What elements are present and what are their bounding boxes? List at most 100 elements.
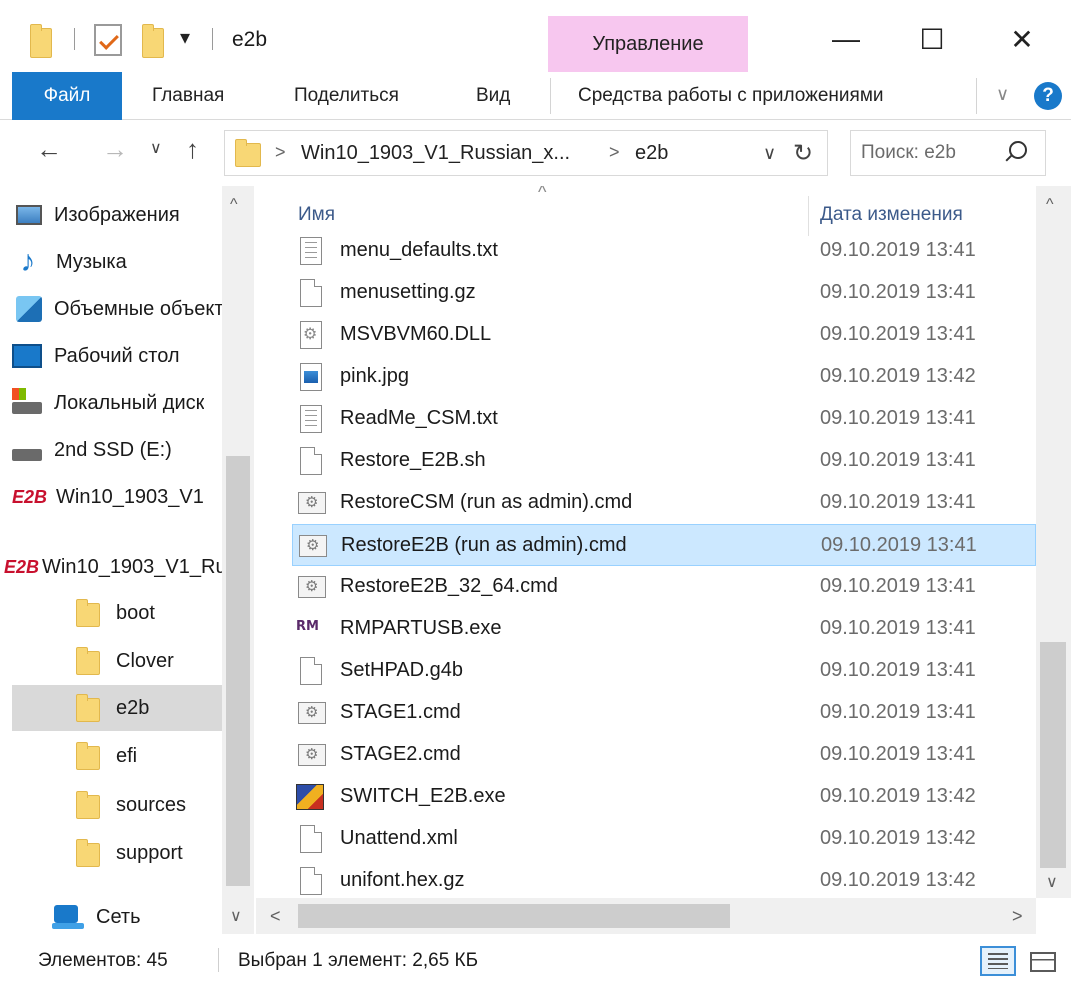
nav-item-label: e2b bbox=[116, 696, 150, 719]
toolbar-separator bbox=[212, 28, 213, 50]
images-icon bbox=[16, 205, 42, 225]
toolbar-separator bbox=[74, 28, 75, 50]
scrollbar-thumb[interactable] bbox=[1040, 642, 1066, 868]
file-list-vertical-scrollbar[interactable]: ^ ∨ bbox=[1036, 186, 1071, 898]
column-header-date-modified[interactable]: Дата изменения bbox=[820, 204, 963, 226]
file-row[interactable]: pink.jpg 09.10.2019 13:42 bbox=[292, 356, 1036, 398]
scrollbar-thumb[interactable] bbox=[226, 456, 250, 886]
file-row[interactable]: unifont.hex.gz 09.10.2019 13:42 bbox=[292, 860, 1036, 902]
scroll-down-arrow-icon[interactable]: ∨ bbox=[230, 906, 242, 926]
maximize-button[interactable]: ☐ bbox=[902, 14, 962, 64]
file-row-selected[interactable]: RestoreE2B (run as admin).cmd 09.10.2019… bbox=[292, 524, 1036, 566]
folder-icon bbox=[72, 599, 104, 627]
nav-item-label: sources bbox=[116, 793, 187, 816]
file-row[interactable]: Unattend.xml 09.10.2019 13:42 bbox=[292, 818, 1036, 860]
new-folder-icon[interactable] bbox=[142, 22, 164, 58]
scroll-down-arrow-icon[interactable]: ∨ bbox=[1046, 872, 1058, 892]
file-row[interactable]: RM RMPARTUSB.exe 09.10.2019 13:41 bbox=[292, 608, 1036, 650]
file-icon bbox=[300, 447, 322, 475]
recent-locations-chevron-icon[interactable]: ∨ bbox=[150, 138, 162, 158]
nav-item-boot[interactable]: boot bbox=[72, 590, 222, 636]
file-row[interactable]: RestoreE2B_32_64.cmd 09.10.2019 13:41 bbox=[292, 566, 1036, 608]
file-date: 09.10.2019 13:41 bbox=[821, 534, 977, 556]
nav-pane-scrollbar[interactable]: ^ ∨ bbox=[222, 186, 254, 934]
nav-item-clover[interactable]: Clover bbox=[72, 638, 222, 684]
tab-manage[interactable]: Управление bbox=[548, 16, 748, 72]
refresh-icon[interactable]: ↻ bbox=[793, 139, 813, 168]
address-dropdown-chevron-icon[interactable]: ∨ bbox=[763, 143, 776, 164]
nav-item-support[interactable]: support bbox=[72, 830, 222, 876]
quick-access-dropdown-icon[interactable]: ▾ bbox=[180, 28, 190, 48]
file-name: pink.jpg bbox=[340, 365, 409, 387]
nav-item-e2b[interactable]: e2b bbox=[12, 685, 222, 731]
file-row[interactable]: ReadMe_CSM.txt 09.10.2019 13:41 bbox=[292, 398, 1036, 440]
search-icon[interactable] bbox=[1009, 141, 1027, 159]
breadcrumb-item[interactable]: e2b bbox=[635, 142, 668, 165]
image-file-icon bbox=[300, 363, 322, 391]
file-row[interactable]: Restore_E2B.sh 09.10.2019 13:41 bbox=[292, 440, 1036, 482]
nav-item-sources[interactable]: sources bbox=[72, 782, 222, 828]
file-row[interactable]: menusetting.gz 09.10.2019 13:41 bbox=[292, 272, 1036, 314]
nav-item-e2b-root[interactable]: E2B Win10_1903_V1_Russian bbox=[0, 544, 222, 590]
nav-item-desktop[interactable]: Рабочий стол bbox=[12, 333, 222, 379]
forward-arrow-icon[interactable]: → bbox=[102, 134, 128, 165]
tab-view[interactable]: Вид bbox=[476, 72, 510, 120]
cmd-script-icon bbox=[299, 535, 327, 557]
nav-item-music[interactable]: ♪ Музыка bbox=[12, 239, 222, 285]
file-row[interactable]: RestoreCSM (run as admin).cmd 09.10.2019… bbox=[292, 482, 1036, 524]
scroll-right-arrow-icon[interactable]: > bbox=[1012, 906, 1023, 927]
tab-share[interactable]: Поделиться bbox=[294, 72, 399, 120]
file-row[interactable]: STAGE2.cmd 09.10.2019 13:41 bbox=[292, 734, 1036, 776]
file-list-horizontal-scrollbar[interactable]: < > bbox=[256, 898, 1036, 934]
search-box[interactable] bbox=[850, 130, 1046, 176]
file-date: 09.10.2019 13:41 bbox=[820, 323, 976, 345]
minimize-button[interactable]: — bbox=[816, 14, 876, 64]
folder-icon bbox=[72, 742, 104, 770]
nav-item-3d-objects[interactable]: Объемные объекты bbox=[12, 286, 222, 332]
file-name: RestoreE2B_32_64.cmd bbox=[340, 575, 558, 597]
status-bar: Элементов: 45 Выбран 1 элемент: 2,65 КБ bbox=[0, 934, 1071, 984]
nav-item-label: Локальный диск bbox=[54, 391, 205, 414]
properties-check-icon[interactable] bbox=[94, 24, 122, 56]
tab-app-tools[interactable]: Средства работы с приложениями bbox=[578, 72, 884, 120]
nav-item-e2b-drive[interactable]: E2B Win10_1903_V1 bbox=[12, 474, 222, 520]
scroll-up-arrow-icon[interactable]: ^ bbox=[1046, 196, 1054, 214]
scroll-up-arrow-icon[interactable]: ^ bbox=[230, 196, 238, 214]
file-row[interactable]: SWITCH_E2B.exe 09.10.2019 13:42 bbox=[292, 776, 1036, 818]
nav-item-local-disk[interactable]: Локальный диск bbox=[12, 380, 222, 426]
nav-item-network[interactable]: Сеть bbox=[52, 894, 222, 934]
ribbon-expand-chevron-icon[interactable]: ∨ bbox=[996, 84, 1009, 105]
address-bar[interactable]: > Win10_1903_V1_Russian_x... > e2b ∨ ↻ bbox=[224, 130, 828, 176]
search-input[interactable] bbox=[861, 139, 1001, 167]
folder-icon bbox=[72, 839, 104, 867]
file-row[interactable]: STAGE1.cmd 09.10.2019 13:41 bbox=[292, 692, 1036, 734]
file-date: 09.10.2019 13:41 bbox=[820, 449, 976, 471]
file-row[interactable]: menu_defaults.txt 09.10.2019 13:41 bbox=[292, 230, 1036, 272]
switch-e2b-app-icon bbox=[296, 784, 324, 810]
scroll-left-arrow-icon[interactable]: < bbox=[270, 906, 281, 927]
nav-item-images[interactable]: Изображения bbox=[12, 192, 222, 238]
help-icon[interactable]: ? bbox=[1034, 82, 1062, 110]
scrollbar-thumb[interactable] bbox=[298, 904, 730, 928]
breadcrumb-item[interactable]: Win10_1903_V1_Russian_x... bbox=[301, 142, 570, 165]
close-button[interactable]: ✕ bbox=[992, 14, 1052, 64]
back-arrow-icon[interactable]: ← bbox=[36, 134, 62, 165]
tab-file[interactable]: Файл bbox=[12, 72, 122, 120]
file-row[interactable]: MSVBVM60.DLL 09.10.2019 13:41 bbox=[292, 314, 1036, 356]
breadcrumb-separator[interactable]: > bbox=[609, 142, 620, 163]
file-date: 09.10.2019 13:42 bbox=[820, 827, 976, 849]
nav-item-efi[interactable]: efi bbox=[72, 733, 222, 779]
file-date: 09.10.2019 13:42 bbox=[820, 869, 976, 891]
file-row[interactable]: SetHPAD.g4b 09.10.2019 13:41 bbox=[292, 650, 1036, 692]
cmd-script-icon bbox=[298, 492, 326, 514]
large-icons-view-icon[interactable] bbox=[1024, 946, 1060, 976]
rmpartusb-app-icon: RM bbox=[296, 619, 319, 634]
details-view-icon[interactable] bbox=[980, 946, 1016, 976]
tab-home[interactable]: Главная bbox=[152, 72, 224, 120]
cmd-script-icon bbox=[298, 702, 326, 724]
breadcrumb-separator[interactable]: > bbox=[275, 142, 286, 163]
nav-item-2nd-ssd[interactable]: 2nd SSD (E:) bbox=[12, 427, 222, 473]
up-arrow-icon[interactable]: ↑ bbox=[186, 134, 199, 165]
file-date: 09.10.2019 13:41 bbox=[820, 743, 976, 765]
column-header-name[interactable]: Имя bbox=[298, 204, 335, 226]
